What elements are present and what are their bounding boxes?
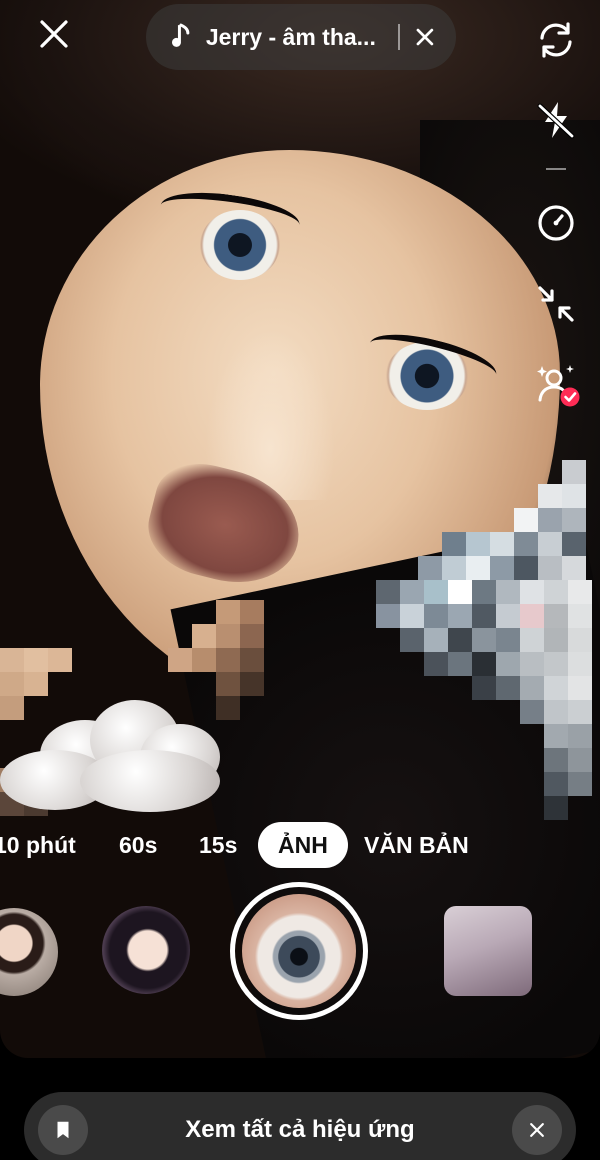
music-title: Jerry - âm tha... <box>205 23 376 50</box>
timer-button[interactable] <box>534 200 578 244</box>
flash-off-icon <box>537 102 575 139</box>
dismiss-button[interactable] <box>512 1105 562 1155</box>
mode-15s[interactable]: 15s <box>199 822 237 868</box>
effects-bar: Xem tất cả hiệu ứng <box>24 1092 576 1160</box>
mode-van-ban[interactable]: VĂN BẢN <box>364 822 469 868</box>
mode-60s[interactable]: 60s <box>119 822 157 868</box>
close-icon <box>530 1123 544 1137</box>
effect-thumbnail[interactable] <box>102 906 190 994</box>
beauty-person-check-icon <box>537 365 580 407</box>
gallery-thumbnail[interactable] <box>444 906 532 996</box>
flip-camera-button[interactable] <box>534 18 578 62</box>
pill-divider <box>398 24 401 50</box>
close-button[interactable] <box>36 16 72 52</box>
add-sound-pill[interactable]: Jerry - âm tha... <box>146 4 456 70</box>
mode-anh[interactable]: ẢNH <box>258 822 348 868</box>
mode-10-phut[interactable]: 10 phút <box>0 822 76 868</box>
toolbar-separator <box>546 168 566 170</box>
timer-icon <box>538 205 574 241</box>
flip-camera-icon <box>540 22 572 58</box>
beauty-button[interactable] <box>534 362 582 410</box>
flash-button[interactable] <box>534 98 578 142</box>
shutter-button[interactable] <box>230 882 368 1020</box>
remove-sound-icon[interactable] <box>414 26 436 48</box>
mode-selector: 10 phút 60s 15s ẢNH VĂN BẢN <box>0 822 600 870</box>
cloud-sticker <box>0 700 240 820</box>
collapse-button[interactable] <box>534 282 578 326</box>
close-icon <box>40 20 68 48</box>
view-all-effects-label[interactable]: Xem tất cả hiệu ứng <box>24 1116 576 1144</box>
collapse-icon <box>538 286 574 322</box>
selected-effect-preview <box>242 894 356 1008</box>
music-note-icon <box>172 23 190 47</box>
